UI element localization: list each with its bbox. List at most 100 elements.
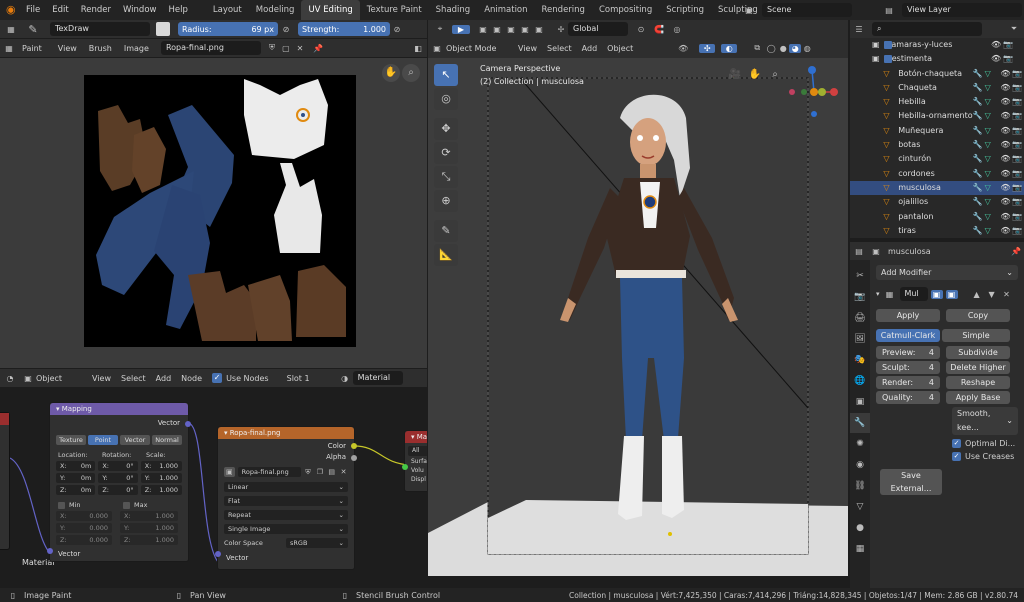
annotate-tool-icon[interactable]: ✎	[434, 220, 458, 242]
output-tab-icon[interactable]: 🖨	[850, 308, 870, 328]
visibility-eye-icon[interactable]: 👁	[1000, 138, 1012, 152]
material-tab-icon[interactable]: ●	[850, 518, 870, 538]
image-shield-icon[interactable]: ⛨	[304, 468, 313, 477]
view-layer-tab-icon[interactable]: 🖼	[850, 329, 870, 349]
pin-icon[interactable]: 📌	[311, 44, 325, 53]
visibility-eye-icon[interactable]: 👁	[1000, 167, 1012, 181]
menu-node[interactable]: Node	[181, 374, 202, 383]
cursor-tool-icon[interactable]: ◎	[434, 88, 458, 110]
use-creases-checkbox[interactable]: ✓	[952, 452, 961, 461]
modifier-expand-icon[interactable]: ▾	[876, 290, 880, 298]
outliner-filter-icon[interactable]: ⏷	[1004, 24, 1024, 34]
scale-tool-icon[interactable]: ⤡	[434, 166, 458, 188]
menu-window[interactable]: Window	[117, 0, 163, 20]
visibility-eye-icon[interactable]: 👁	[991, 52, 1003, 66]
shading-rendered-icon[interactable]: ◍	[801, 44, 813, 53]
image-editor-canvas[interactable]: ✋ ⌕	[0, 58, 427, 368]
physics-tab-icon[interactable]: ◉	[850, 455, 870, 475]
image-name-field[interactable]: Ropa-final.png	[160, 41, 261, 55]
transform-tool-icon[interactable]: ⊕	[434, 190, 458, 212]
view-layer-field[interactable]: View Layer	[902, 3, 1022, 17]
quality-field[interactable]: Quality: 4	[876, 391, 940, 404]
catmull-clark-button[interactable]: Catmull-Clark	[876, 329, 940, 342]
image-texture-node[interactable]: ▾ Ropa-final.png Color Alpha ▣ Ropa-fina…	[215, 426, 357, 570]
slot-dropdown[interactable]: Slot 1	[287, 374, 331, 383]
visibility-eye-icon[interactable]: 👁	[1000, 81, 1012, 95]
reshape-button[interactable]: Reshape	[946, 376, 1010, 389]
brush-color-swatch[interactable]	[156, 22, 170, 36]
node-editor-type-icon[interactable]: ◔	[0, 374, 20, 383]
subdivide-button[interactable]: Subdivide	[946, 346, 1010, 359]
menu-view-3d[interactable]: View	[518, 44, 537, 53]
min-field[interactable]: Z: 0.000	[56, 535, 112, 545]
apply-base-button[interactable]: Apply Base	[946, 391, 1010, 404]
tab-layout[interactable]: Layout	[206, 0, 249, 20]
object-mode-dropdown[interactable]: Object Mode	[446, 44, 512, 53]
select-box-tool-icon[interactable]: ↖	[434, 64, 458, 86]
partial-node-left[interactable]	[0, 412, 10, 550]
view-layer-selector[interactable]: ▤ View Layer	[880, 3, 1022, 17]
image-browse-icon[interactable]: ▣	[224, 467, 235, 477]
min-field[interactable]: Y: 0.000	[56, 523, 112, 533]
constraints-tab-icon[interactable]: ⛓	[850, 476, 870, 496]
image-open-icon[interactable]: ▤	[327, 468, 336, 476]
outliner-item[interactable]: ▽ Chaqueta 🔧 ▽ 👁 📷	[850, 81, 1024, 95]
outliner-item[interactable]: ▽ Botón-chaqueta 🔧 ▽ 👁 📷	[850, 67, 1024, 81]
menu-render[interactable]: Render	[75, 0, 117, 20]
location-field[interactable]: Z: 0m	[56, 485, 96, 495]
visibility-eye-icon[interactable]: 👁	[991, 38, 1003, 52]
zoom-icon[interactable]: ⌕	[402, 64, 420, 82]
use-nodes-checkbox[interactable]: ✓	[212, 373, 223, 383]
gizmo-toggle-icon[interactable]: ✣	[699, 43, 716, 53]
scene-selector[interactable]: ▣ Scene	[740, 3, 852, 17]
max-checkbox[interactable]	[123, 501, 130, 509]
strength-slider[interactable]: Strength: 1.000	[298, 22, 390, 36]
material-output-node[interactable]: ▾ Mat All Surfa Volu Displ	[402, 430, 427, 492]
data-tab-icon[interactable]: ▽	[850, 497, 870, 517]
move-down-icon[interactable]: ▼	[986, 290, 998, 299]
max-field[interactable]: X: 1.000	[120, 511, 178, 521]
pan-hand-icon[interactable]: ✋	[382, 64, 400, 82]
render-camera-icon[interactable]: 📷	[1012, 210, 1024, 224]
tab-rendering[interactable]: Rendering	[535, 0, 592, 20]
object-tab-icon[interactable]: ▣	[850, 392, 870, 412]
move-tool-icon[interactable]: ✥	[434, 118, 458, 140]
shader-type-dropdown[interactable]: Object	[36, 374, 80, 383]
render-camera-icon[interactable]: 📷	[1003, 38, 1015, 52]
overlays-toggle-icon[interactable]: ◐	[721, 43, 738, 53]
render-camera-icon[interactable]: 📷	[1012, 95, 1024, 109]
menu-select-node[interactable]: Select	[121, 374, 146, 383]
paint-mode-dropdown[interactable]: Paint	[22, 44, 42, 53]
surface-socket[interactable]	[402, 464, 408, 470]
material-node-header[interactable]: ▾ Mat	[405, 431, 427, 443]
view-object-types-icon[interactable]: 👁	[675, 44, 691, 53]
rotation-field[interactable]: Y: 0°	[98, 473, 138, 483]
mapping-node[interactable]: ▾ Mapping Vector Texture Point Vector No…	[47, 402, 191, 562]
render-camera-icon[interactable]: 📷	[1012, 152, 1024, 166]
scene-name-field[interactable]: Scene	[762, 3, 852, 17]
image-unlink-icon[interactable]: ✕	[339, 468, 348, 476]
scale-field[interactable]: Z: 1.000	[140, 485, 182, 495]
menu-view-node[interactable]: View	[92, 374, 111, 383]
interpolation-dropdown[interactable]: Linear ⌄	[224, 482, 348, 492]
collection-checkbox[interactable]	[884, 41, 892, 50]
strength-pressure-icon[interactable]: ⊘	[390, 25, 404, 34]
extension-dropdown[interactable]: Repeat ⌄	[224, 510, 348, 520]
outliner-item[interactable]: ▣ camaras-y-luces 👁 📷	[850, 38, 1024, 52]
tab-animation[interactable]: Animation	[477, 0, 534, 20]
render-camera-icon[interactable]: 📷	[1012, 124, 1024, 138]
rotate-tool-icon[interactable]: ⟳	[434, 142, 458, 164]
remove-modifier-icon[interactable]: ✕	[1001, 290, 1013, 299]
menu-view-image[interactable]: View	[58, 44, 77, 53]
render-camera-icon[interactable]: 📷	[1012, 81, 1024, 95]
render-camera-icon[interactable]: 📷	[1012, 138, 1024, 152]
outliner-item[interactable]: ▽ tiras 🔧 ▽ 👁 📷	[850, 224, 1024, 238]
color-output-socket[interactable]	[351, 443, 357, 449]
material-target-dropdown[interactable]: All	[408, 446, 427, 456]
image-editor-type-icon[interactable]: ▦	[0, 44, 18, 53]
scale-field[interactable]: X: 1.000	[140, 461, 182, 471]
select-mode-invert-icon[interactable]: ▣	[518, 25, 532, 34]
select-mode-new-icon[interactable]: ▣	[476, 25, 490, 34]
editor-type-icon[interactable]: ▦	[0, 25, 22, 34]
outliner-item[interactable]: ▽ pantalon 🔧 ▽ 👁 📷	[850, 210, 1024, 224]
